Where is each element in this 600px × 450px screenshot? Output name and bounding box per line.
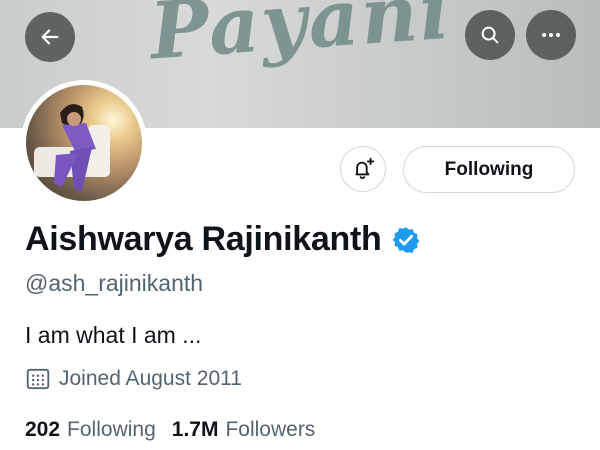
following-count: 202 <box>25 418 61 441</box>
back-button[interactable] <box>25 12 75 62</box>
following-button[interactable]: Following <box>403 146 575 193</box>
more-button[interactable] <box>526 10 576 60</box>
profile-name: Aishwarya Rajinikanth <box>25 220 382 258</box>
verified-badge-icon <box>393 226 420 253</box>
search-button[interactable] <box>465 10 515 60</box>
calendar-icon <box>26 368 50 390</box>
profile-bio: I am what I am ... <box>25 322 202 348</box>
banner-text: Payani <box>147 0 455 78</box>
joined-date: Joined August 2011 <box>59 367 242 390</box>
search-icon <box>481 26 499 44</box>
profile-name-row: Aishwarya Rajinikanth <box>25 220 421 259</box>
followers-stat[interactable]: 1.7M Followers <box>172 418 316 442</box>
avatar[interactable] <box>21 80 147 206</box>
arrow-left-icon <box>41 29 59 45</box>
following-stat[interactable]: 202 Following <box>25 418 156 442</box>
avatar-photo-icon <box>34 104 110 191</box>
following-label: Following <box>67 418 156 441</box>
more-horizontal-icon <box>542 33 560 37</box>
followers-count: 1.7M <box>171 418 219 441</box>
avatar-image <box>26 85 142 201</box>
bell-plus-icon <box>355 157 375 180</box>
profile-stats: 202 Following 1.7M Followers <box>25 418 331 442</box>
joined-date-row: Joined August 2011 <box>25 366 242 392</box>
notify-button[interactable] <box>340 146 386 192</box>
profile-handle: @ash_rajinikanth <box>25 270 204 296</box>
followers-label: Followers <box>225 418 316 441</box>
